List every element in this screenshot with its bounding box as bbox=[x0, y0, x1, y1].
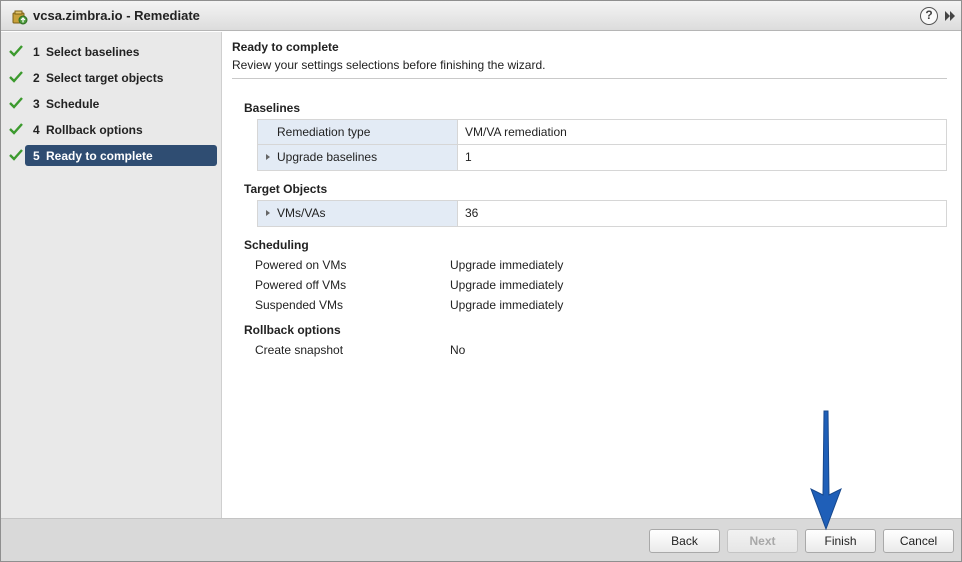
expand-icon[interactable] bbox=[943, 9, 957, 23]
annotation-arrow-icon bbox=[810, 410, 842, 531]
table-row[interactable]: Upgrade baselines 1 bbox=[258, 145, 946, 170]
schedule-row: Powered on VMs Upgrade immediately bbox=[255, 258, 755, 276]
step-label-box: 3 Schedule bbox=[25, 93, 217, 114]
table-key-cell[interactable]: VMs/VAs bbox=[258, 201, 458, 226]
help-button[interactable]: ? bbox=[920, 7, 938, 25]
rollback-value: No bbox=[450, 343, 466, 357]
page-title: Ready to complete bbox=[232, 40, 339, 54]
step-label: Rollback options bbox=[46, 123, 143, 137]
table-value: VM/VA remediation bbox=[465, 125, 567, 139]
step-number: 4 bbox=[33, 123, 40, 137]
expand-arrow-icon[interactable] bbox=[266, 210, 270, 216]
table-value: 1 bbox=[465, 150, 472, 164]
table-key-label: Remediation type bbox=[277, 125, 371, 139]
schedule-row: Powered off VMs Upgrade immediately bbox=[255, 278, 755, 296]
back-button[interactable]: Back bbox=[649, 529, 720, 553]
checkmark-icon bbox=[9, 97, 23, 109]
update-manager-icon bbox=[12, 10, 28, 25]
step-select-baselines[interactable]: 1 Select baselines bbox=[1, 41, 222, 63]
step-rollback-options[interactable]: 4 Rollback options bbox=[1, 119, 222, 141]
step-number: 1 bbox=[33, 45, 40, 59]
step-select-target-objects[interactable]: 2 Select target objects bbox=[1, 67, 222, 89]
step-label: Select baselines bbox=[46, 45, 140, 59]
table-row[interactable]: VMs/VAs 36 bbox=[258, 201, 946, 226]
table-key-label: Upgrade baselines bbox=[277, 150, 378, 164]
baselines-table: Remediation type VM/VA remediation Upgra… bbox=[257, 119, 947, 171]
step-number: 5 bbox=[33, 149, 40, 163]
checkmark-icon bbox=[9, 45, 23, 57]
step-label: Schedule bbox=[46, 97, 100, 111]
step-number: 2 bbox=[33, 71, 40, 85]
table-key-cell[interactable]: Upgrade baselines bbox=[258, 145, 458, 170]
wizard-steps-sidebar: 1 Select baselines 2 Select target objec… bbox=[1, 32, 222, 518]
step-label-box: 5 Ready to complete bbox=[25, 145, 217, 166]
schedule-value: Upgrade immediately bbox=[450, 258, 564, 272]
cancel-button[interactable]: Cancel bbox=[883, 529, 954, 553]
remediate-wizard-window: vcsa.zimbra.io - Remediate ? 1 Select ba… bbox=[0, 0, 962, 562]
schedule-key: Suspended VMs bbox=[255, 298, 344, 312]
page-subtitle: Review your settings selections before f… bbox=[232, 58, 546, 72]
step-number: 3 bbox=[33, 97, 40, 111]
checkmark-icon bbox=[9, 149, 23, 161]
schedule-row: Suspended VMs Upgrade immediately bbox=[255, 298, 755, 316]
step-schedule[interactable]: 3 Schedule bbox=[1, 93, 222, 115]
scheduling-heading: Scheduling bbox=[244, 238, 309, 252]
table-row: Remediation type VM/VA remediation bbox=[258, 120, 946, 145]
step-ready-to-complete[interactable]: 5 Ready to complete bbox=[1, 145, 222, 167]
schedule-value: Upgrade immediately bbox=[450, 298, 564, 312]
table-key-label: VMs/VAs bbox=[277, 206, 326, 220]
step-label-box: 4 Rollback options bbox=[25, 119, 217, 140]
checkmark-icon bbox=[9, 123, 23, 135]
schedule-key: Powered on VMs bbox=[255, 258, 347, 272]
schedule-value: Upgrade immediately bbox=[450, 278, 564, 292]
step-label: Ready to complete bbox=[46, 149, 153, 163]
baselines-heading: Baselines bbox=[244, 101, 301, 115]
expand-arrow-icon[interactable] bbox=[266, 154, 270, 160]
checkmark-icon bbox=[9, 71, 23, 83]
step-label-box: 2 Select target objects bbox=[25, 67, 217, 88]
rollback-key: Create snapshot bbox=[255, 343, 344, 357]
rollback-heading: Rollback options bbox=[244, 323, 341, 337]
schedule-key: Powered off VMs bbox=[255, 278, 347, 292]
target-objects-heading: Target Objects bbox=[244, 182, 328, 196]
target-objects-table: VMs/VAs 36 bbox=[257, 200, 947, 227]
table-value: 36 bbox=[465, 206, 479, 220]
table-key-cell: Remediation type bbox=[258, 120, 458, 144]
next-button[interactable]: Next bbox=[727, 529, 798, 553]
divider bbox=[232, 78, 947, 79]
rollback-row: Create snapshot No bbox=[255, 343, 755, 361]
title-bar: vcsa.zimbra.io - Remediate ? bbox=[1, 1, 961, 31]
step-label: Select target objects bbox=[46, 71, 164, 85]
window-title: vcsa.zimbra.io - Remediate bbox=[33, 8, 200, 23]
step-label-box: 1 Select baselines bbox=[25, 41, 217, 62]
